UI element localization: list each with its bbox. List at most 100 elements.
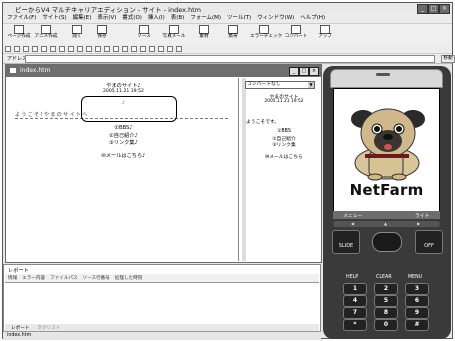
nav-right-icon[interactable]: ▶: [417, 221, 420, 227]
materials-icon: [199, 25, 209, 34]
underline-icon[interactable]: [68, 46, 74, 52]
status-bar: index.htm: [3, 331, 321, 340]
photo-mail-button[interactable]: 写真メール: [163, 25, 185, 44]
page-date-text: 2005.11.21 19:52: [102, 89, 144, 94]
key-8[interactable]: 8: [374, 307, 398, 319]
format-toolbar: [3, 45, 452, 54]
convert-select[interactable]: コンバートなし ▼: [245, 81, 315, 89]
design-view[interactable]: やまのサイト♪ 2005.11.21 19:52 ♪ ようこそ!やまのサイトへ …: [9, 78, 239, 261]
source-icon: [139, 25, 149, 34]
go-button[interactable]: 移動: [441, 55, 455, 63]
window-title: ビーからV4 マルチキャリアエディション - サイト - index.htm: [15, 6, 201, 14]
upload-button[interactable]: アップ: [315, 25, 335, 44]
center-key[interactable]: [372, 232, 402, 252]
maximize-icon[interactable]: □: [428, 4, 439, 14]
marquee-icon[interactable]: [149, 46, 155, 52]
key-2[interactable]: 2: [374, 283, 398, 295]
minimize-icon[interactable]: _: [417, 4, 428, 14]
copy-icon[interactable]: [32, 46, 38, 52]
pug-image: [351, 108, 425, 181]
address-input[interactable]: [25, 55, 435, 63]
animation-icon: [41, 25, 51, 34]
paste-icon[interactable]: [41, 46, 47, 52]
menu-help[interactable]: ヘルプ(H): [300, 14, 325, 23]
key-5[interactable]: 5: [374, 295, 398, 307]
key-1[interactable]: 1: [343, 283, 367, 295]
soft-left-label: メニュー: [343, 214, 363, 219]
open-button[interactable]: 開く: [67, 25, 87, 44]
menu-form[interactable]: フォーム(M): [190, 14, 221, 23]
back-icon[interactable]: [5, 46, 11, 52]
key-9[interactable]: 9: [405, 307, 429, 319]
new-page-button[interactable]: ページ作成: [8, 25, 30, 44]
source-button[interactable]: ソース: [134, 25, 154, 44]
key-6[interactable]: 6: [405, 295, 429, 307]
convert-icon: [291, 25, 301, 34]
line-icon[interactable]: [158, 46, 164, 52]
key-star[interactable]: *: [343, 319, 367, 331]
bold-icon[interactable]: [59, 46, 65, 52]
nav-left-icon[interactable]: ◀: [351, 221, 354, 227]
list-icon[interactable]: [104, 46, 110, 52]
profile-link[interactable]: ②自己紹介♪: [9, 132, 238, 139]
menu-edit[interactable]: 編集(E): [73, 14, 92, 23]
menu-window[interactable]: ウィンドウ(W): [257, 14, 294, 23]
image-icon[interactable]: [122, 46, 128, 52]
convert-button[interactable]: コンバート: [285, 25, 307, 44]
editor-minimize-icon[interactable]: _: [289, 67, 299, 76]
error-check-button[interactable]: エラーチェック: [250, 25, 282, 44]
slide-key[interactable]: SLIDE: [332, 230, 360, 254]
off-key[interactable]: OFF: [415, 230, 443, 254]
cut-icon[interactable]: [23, 46, 29, 52]
preview-pane: [240, 78, 320, 261]
link-icon[interactable]: [131, 46, 137, 52]
preview-mail: ✉メールはこちら: [265, 155, 303, 160]
phone-top: [330, 69, 443, 88]
bbs-link[interactable]: ①BBS♪: [9, 125, 238, 131]
speaker-slot: [376, 73, 390, 76]
close-icon[interactable]: ×: [439, 4, 450, 14]
align-right-icon[interactable]: [95, 46, 101, 52]
save-button[interactable]: 保存: [92, 25, 112, 44]
menu-view[interactable]: 表示(V): [97, 14, 116, 23]
key-0[interactable]: 0: [374, 319, 398, 331]
mobile-icon: [228, 25, 238, 34]
upload-icon: [320, 25, 330, 34]
nav-up-icon[interactable]: ▲: [384, 221, 387, 227]
menu-tools[interactable]: ツール(T): [227, 14, 251, 23]
form-icon[interactable]: [176, 46, 182, 52]
col-error[interactable]: エラー内容: [22, 275, 45, 283]
editor-close-icon[interactable]: ×: [309, 67, 319, 76]
col-path[interactable]: ファイルパス: [50, 275, 78, 283]
table-icon[interactable]: [167, 46, 173, 52]
menu-file[interactable]: ファイル(F): [7, 14, 36, 23]
color-icon[interactable]: [140, 46, 146, 52]
splitter[interactable]: [242, 78, 246, 261]
document-icon: [10, 68, 16, 73]
delete-icon[interactable]: [50, 46, 56, 52]
materials-button[interactable]: 素材: [194, 25, 214, 44]
key-4[interactable]: 4: [343, 295, 367, 307]
col-info[interactable]: 情報: [8, 275, 17, 283]
links-link[interactable]: ③リンク集♪: [9, 139, 238, 146]
forward-icon[interactable]: [14, 46, 20, 52]
key-hash[interactable]: #: [405, 319, 429, 331]
mobile-button[interactable]: 携帯: [223, 25, 243, 44]
editor-restore-icon[interactable]: □: [299, 67, 309, 76]
mail-link[interactable]: ✉メールはこちら♪: [9, 152, 238, 159]
key-7[interactable]: 7: [343, 307, 367, 319]
align-center-icon[interactable]: [86, 46, 92, 52]
report-header: レポート: [8, 268, 29, 274]
menu-format[interactable]: 書式(O): [122, 14, 142, 23]
menu-table[interactable]: 表(B): [171, 14, 185, 23]
indent-icon[interactable]: [113, 46, 119, 52]
menu-site[interactable]: サイト(S): [42, 14, 66, 23]
new-animation-button[interactable]: アニメ作成: [35, 25, 57, 44]
menu-insert[interactable]: 挿入(I): [148, 14, 165, 23]
col-time[interactable]: 処理した時刻: [115, 275, 143, 283]
align-left-icon[interactable]: [77, 46, 83, 52]
preview-links: ③リンク集: [272, 143, 296, 148]
key-3[interactable]: 3: [405, 283, 429, 295]
col-line[interactable]: ソース行番号: [83, 275, 110, 283]
help-label: HELP: [346, 275, 359, 280]
